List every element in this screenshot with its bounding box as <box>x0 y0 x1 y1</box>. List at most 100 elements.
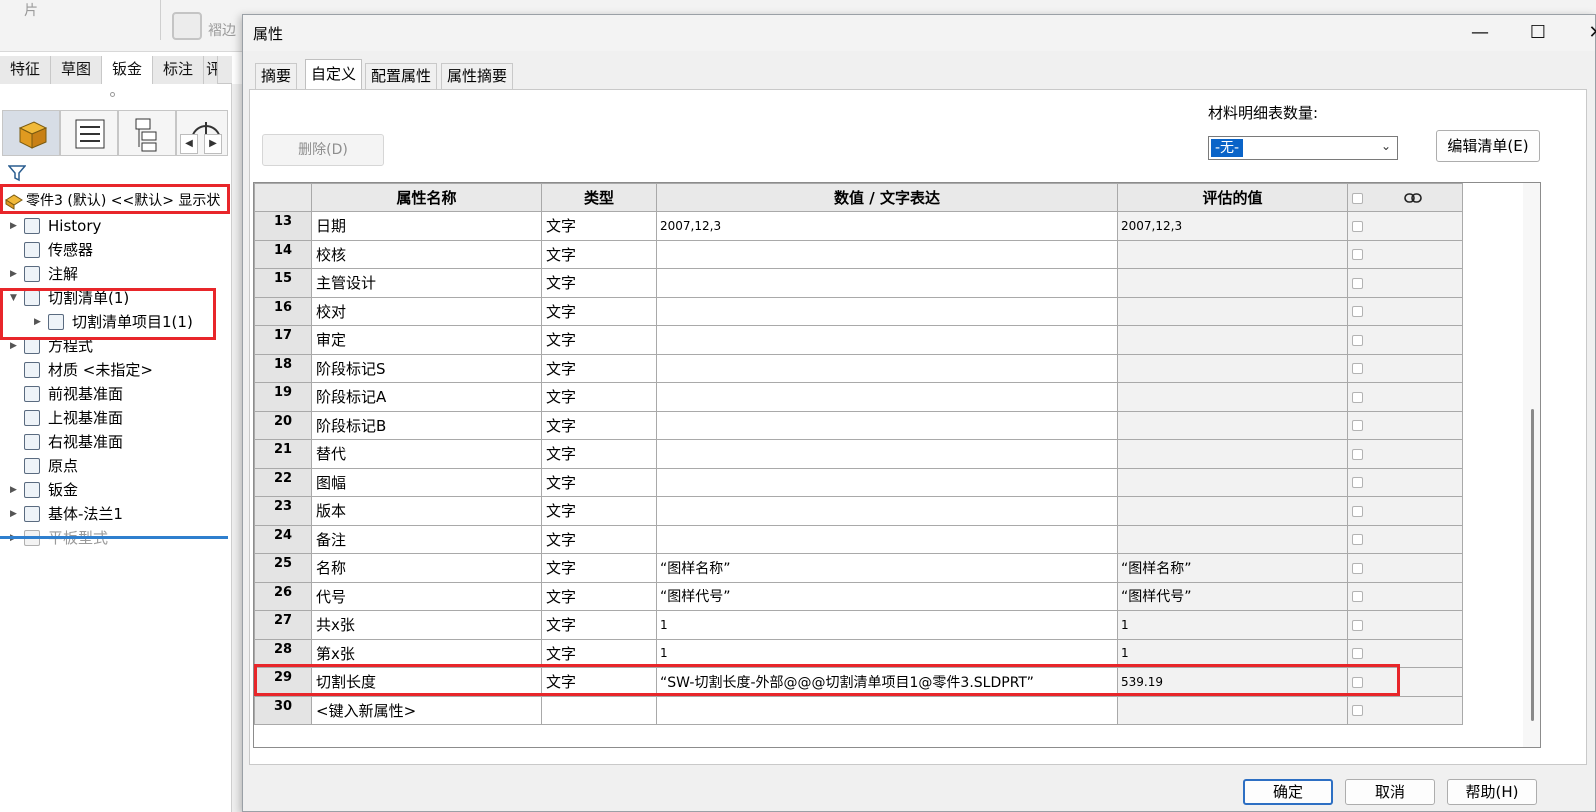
link-checkbox[interactable] <box>1352 534 1363 546</box>
table-row[interactable]: 24 备注 文字 <box>254 524 1463 554</box>
ok-button[interactable]: 确定 <box>1243 779 1333 805</box>
property-name-cell[interactable]: 替代 <box>311 439 542 469</box>
evaluated-value-cell[interactable] <box>1117 439 1348 469</box>
property-type-cell[interactable]: 文字 <box>541 382 657 412</box>
property-value-cell[interactable]: “SW-切割长度-外部@@@切割清单项目1@零件3.SLDPRT” <box>656 667 1118 697</box>
evaluated-value-cell[interactable]: 2007,12,3 <box>1117 211 1348 241</box>
collapse-arrow-icon[interactable]: ▼ <box>10 286 17 310</box>
expand-arrow-icon[interactable]: ▶ <box>10 262 17 286</box>
property-value-cell[interactable]: 1 <box>656 638 1118 668</box>
evaluated-value-cell[interactable]: “图样代号” <box>1117 581 1348 611</box>
table-row[interactable]: 14 校核 文字 <box>254 239 1463 269</box>
column-header-value[interactable]: 数值 / 文字表达 <box>656 183 1118 212</box>
evaluated-value-cell[interactable] <box>1117 410 1348 440</box>
property-value-cell[interactable]: “图样代号” <box>656 581 1118 611</box>
link-checkbox[interactable] <box>1352 220 1363 232</box>
property-value-cell[interactable] <box>656 353 1118 383</box>
link-checkbox[interactable] <box>1352 591 1363 603</box>
table-row[interactable]: 30 <键入新属性> <box>254 695 1463 725</box>
select-all-checkbox[interactable] <box>1352 192 1363 204</box>
feature-manager-tab[interactable] <box>2 110 60 156</box>
property-name-cell[interactable]: <键入新属性> <box>311 695 542 725</box>
link-checkbox[interactable] <box>1352 676 1363 688</box>
filter-icon[interactable] <box>8 164 26 182</box>
tab-sketch[interactable]: 草图 <box>51 56 103 84</box>
property-manager-tab[interactable] <box>60 110 118 156</box>
vertical-scrollbar[interactable] <box>1523 183 1540 747</box>
table-row[interactable]: 22 图幅 文字 <box>254 467 1463 497</box>
title-bar[interactable]: 属性 — ☐ ✕ <box>243 15 1596 51</box>
table-row[interactable]: 13 日期 文字 2007,12,3 2007,12,3 <box>254 211 1463 241</box>
table-row[interactable]: 23 版本 文字 <box>254 496 1463 526</box>
property-name-cell[interactable]: 备注 <box>311 524 542 554</box>
tab-dimension[interactable]: 标注 <box>153 56 205 84</box>
link-checkbox[interactable] <box>1352 306 1363 318</box>
link-checkbox[interactable] <box>1352 448 1363 460</box>
property-name-cell[interactable]: 代号 <box>311 581 542 611</box>
property-type-cell[interactable]: 文字 <box>541 211 657 241</box>
property-name-cell[interactable]: 校核 <box>311 239 542 269</box>
table-row[interactable]: 27 共x张 文字 1 1 <box>254 610 1463 640</box>
table-row[interactable]: 16 校对 文字 <box>254 296 1463 326</box>
property-value-cell[interactable] <box>656 524 1118 554</box>
expand-arrow-icon[interactable]: ▶ <box>10 214 17 238</box>
tab-scroll-left-icon[interactable]: ◀ <box>180 134 198 154</box>
tree-root-part[interactable]: 零件3 (默认) <<默认> 显示状 <box>0 188 228 214</box>
table-row[interactable]: 18 阶段标记S 文字 <box>254 353 1463 383</box>
table-row[interactable]: 15 主管设计 文字 <box>254 268 1463 298</box>
chevron-down-icon[interactable]: ⌄ <box>1381 139 1391 153</box>
property-name-cell[interactable]: 切割长度 <box>311 667 542 697</box>
maximize-icon[interactable]: ☐ <box>1509 15 1567 51</box>
property-type-cell[interactable]: 文字 <box>541 610 657 640</box>
panel-splitter[interactable] <box>232 84 242 812</box>
property-type-cell[interactable]: 文字 <box>541 410 657 440</box>
property-type-cell[interactable]: 文字 <box>541 268 657 298</box>
expand-arrow-icon[interactable]: ▶ <box>10 478 17 502</box>
expand-arrow-icon[interactable]: ▶ <box>34 310 41 334</box>
evaluated-value-cell[interactable] <box>1117 239 1348 269</box>
evaluated-value-cell[interactable]: 1 <box>1117 610 1348 640</box>
evaluated-value-cell[interactable] <box>1117 695 1348 725</box>
evaluated-value-cell[interactable] <box>1117 467 1348 497</box>
scrollbar-thumb[interactable] <box>1531 409 1534 721</box>
property-value-cell[interactable] <box>656 467 1118 497</box>
help-button[interactable]: 帮助(H) <box>1447 779 1537 805</box>
tab-features[interactable]: 特征 <box>0 56 52 84</box>
property-value-cell[interactable]: 2007,12,3 <box>656 211 1118 241</box>
property-name-cell[interactable]: 版本 <box>311 496 542 526</box>
property-type-cell[interactable]: 文字 <box>541 353 657 383</box>
link-checkbox[interactable] <box>1352 705 1363 717</box>
table-row[interactable]: 25 名称 文字 “图样名称” “图样名称” <box>254 553 1463 583</box>
link-checkbox[interactable] <box>1352 334 1363 346</box>
table-row[interactable]: 21 替代 文字 <box>254 439 1463 469</box>
hem-icon[interactable] <box>172 12 202 40</box>
link-checkbox[interactable] <box>1352 648 1363 660</box>
tab-custom[interactable]: 自定义 <box>305 59 363 89</box>
minimize-icon[interactable]: — <box>1451 15 1509 51</box>
configuration-manager-tab[interactable] <box>118 110 176 156</box>
link-checkbox[interactable] <box>1352 277 1363 289</box>
panel-grip-icon[interactable] <box>110 92 115 97</box>
link-checkbox[interactable] <box>1352 505 1363 517</box>
property-type-cell[interactable]: 文字 <box>541 325 657 355</box>
link-checkbox[interactable] <box>1352 477 1363 489</box>
ribbon-item-label[interactable]: 片 <box>24 0 38 20</box>
property-type-cell[interactable]: 文字 <box>541 667 657 697</box>
link-checkbox[interactable] <box>1352 391 1363 403</box>
property-value-cell[interactable]: “图样名称” <box>656 553 1118 583</box>
expand-arrow-icon[interactable]: ▶ <box>10 502 17 526</box>
table-row[interactable]: 19 阶段标记A 文字 <box>254 382 1463 412</box>
property-name-cell[interactable]: 主管设计 <box>311 268 542 298</box>
property-value-cell[interactable] <box>656 268 1118 298</box>
property-type-cell[interactable]: 文字 <box>541 239 657 269</box>
link-checkbox[interactable] <box>1352 619 1363 631</box>
property-type-cell[interactable]: 文字 <box>541 524 657 554</box>
close-icon[interactable]: ✕ <box>1567 15 1596 51</box>
property-type-cell[interactable]: 文字 <box>541 467 657 497</box>
property-value-cell[interactable] <box>656 439 1118 469</box>
grid-corner-cell[interactable] <box>254 183 312 212</box>
rollback-bar[interactable] <box>0 536 228 539</box>
property-type-cell[interactable]: 文字 <box>541 638 657 668</box>
property-type-cell[interactable]: 文字 <box>541 496 657 526</box>
evaluated-value-cell[interactable] <box>1117 524 1348 554</box>
